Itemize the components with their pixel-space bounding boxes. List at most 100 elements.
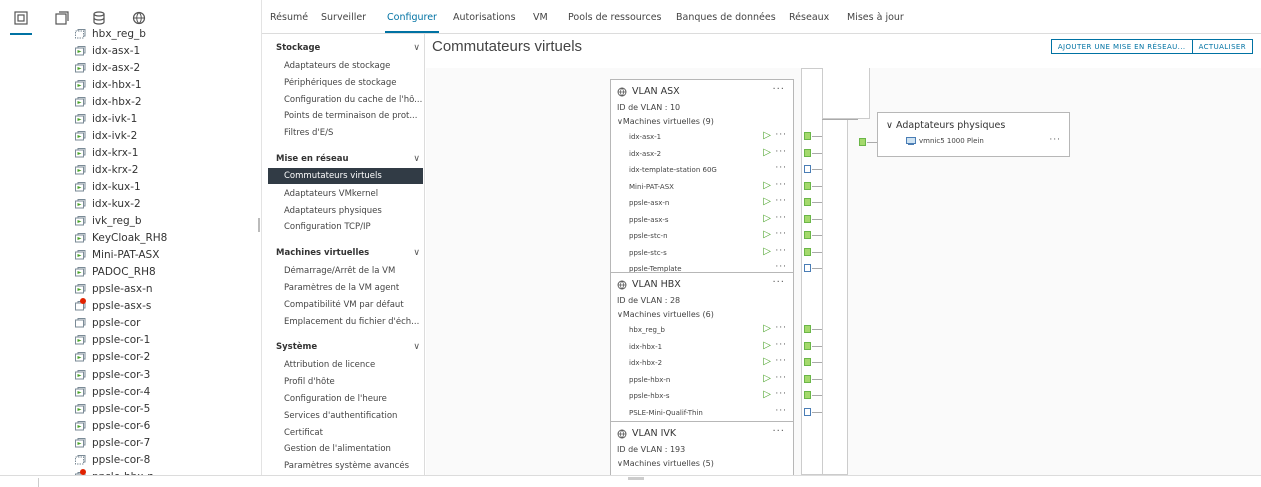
- tree-item[interactable]: ppsle-cor-2: [74, 349, 150, 366]
- vm-row[interactable]: Mini-PAT-ASX ▷ ···: [629, 179, 787, 195]
- vm-more-button[interactable]: ···: [775, 373, 787, 383]
- nav-item[interactable]: Adaptateurs VMkernel: [284, 189, 424, 199]
- vm-row[interactable]: ppsle-asx-n ▷ ···: [629, 195, 787, 211]
- vm-row[interactable]: ppsle-stc-s ▷ ···: [629, 245, 787, 261]
- vm-more-button[interactable]: ···: [775, 147, 787, 157]
- tree-item[interactable]: idx-ivk-2: [74, 127, 137, 144]
- nav-item[interactable]: Filtres d'E/S: [284, 128, 424, 138]
- vm-row[interactable]: ppsle-hbx-n ▷ ···: [629, 372, 787, 388]
- vm-more-button[interactable]: ···: [775, 340, 787, 350]
- vm-list-header[interactable]: ∨Machines virtuelles (6): [617, 310, 714, 319]
- refresh-button[interactable]: ACTUALISER: [1192, 39, 1253, 54]
- tree-item[interactable]: idx-hbx-1: [74, 76, 142, 93]
- tree-item[interactable]: idx-asx-1: [74, 42, 140, 59]
- nav-item[interactable]: Configuration TCP/IP: [284, 222, 424, 232]
- vm-more-button[interactable]: ···: [775, 180, 787, 190]
- nav-section-3[interactable]: Système ∨: [276, 337, 424, 357]
- nav-item[interactable]: Configuration du cache de l'hô...: [284, 95, 424, 105]
- nav-item[interactable]: Démarrage/Arrêt de la VM: [284, 266, 424, 276]
- tree-item[interactable]: KeyCloak_RH8: [74, 230, 167, 247]
- vm-row[interactable]: idx-hbx-2 ▷ ···: [629, 355, 787, 371]
- nav-item[interactable]: Paramètres de la VM agent: [284, 283, 424, 293]
- vm-more-button[interactable]: ···: [775, 323, 787, 333]
- vm-list-header[interactable]: ∨Machines virtuelles (5): [617, 459, 714, 468]
- port-group-header[interactable]: VLAN HBX: [617, 279, 681, 290]
- nav-section-2[interactable]: Machines virtuelles ∨: [276, 243, 424, 263]
- tree-item[interactable]: ppsle-hbx-n: [74, 468, 154, 475]
- nav-item[interactable]: Profil d'hôte: [284, 377, 424, 387]
- tree-item[interactable]: ppsle-cor-7: [74, 434, 150, 451]
- tree-item[interactable]: ppsle-cor-4: [74, 383, 150, 400]
- vm-more-button[interactable]: ···: [775, 213, 787, 223]
- vm-more-button[interactable]: ···: [775, 130, 787, 140]
- vm-row[interactable]: hbx_reg_b ▷ ···: [629, 322, 787, 338]
- tree-item[interactable]: PADOC_RH8: [74, 264, 156, 281]
- vm-more-button[interactable]: ···: [775, 356, 787, 366]
- tree-item[interactable]: idx-hbx-2: [74, 93, 142, 110]
- vm-row[interactable]: ppsle-stc-n ▷ ···: [629, 228, 787, 244]
- vm-more-button[interactable]: ···: [775, 406, 787, 416]
- vm-more-button[interactable]: ···: [775, 389, 787, 399]
- tree-item[interactable]: ppsle-cor-5: [74, 400, 150, 417]
- port-group-header[interactable]: VLAN IVK: [617, 428, 676, 439]
- port-group-header[interactable]: VLAN ASX: [617, 86, 680, 97]
- vm-row[interactable]: ppsle-asx-s ▷ ···: [629, 212, 787, 228]
- nav-section-0[interactable]: Stockage ∨: [276, 38, 424, 58]
- nav-item[interactable]: Configuration de l'heure: [284, 394, 424, 404]
- vm-more-button[interactable]: ···: [775, 229, 787, 239]
- tab-1[interactable]: Surveiller: [321, 12, 366, 23]
- tree-item[interactable]: ppsle-cor-3: [74, 366, 150, 383]
- tree-item[interactable]: idx-kux-1: [74, 178, 141, 195]
- tree-item[interactable]: ppsle-asx-n: [74, 281, 153, 298]
- panel-splitter[interactable]: [258, 218, 260, 232]
- tab-8[interactable]: Mises à jour: [847, 12, 904, 23]
- tab-4[interactable]: VM: [533, 12, 548, 23]
- tree-item[interactable]: ppsle-cor-6: [74, 417, 150, 434]
- vm-row[interactable]: idx-hbx-1 ▷ ···: [629, 339, 787, 355]
- nav-item[interactable]: Points de terminaison de prot...: [284, 111, 424, 121]
- inventory-tab-hosts-clusters[interactable]: [10, 7, 32, 35]
- tab-5[interactable]: Pools de ressources: [568, 12, 662, 23]
- inventory-tab-vms-templates[interactable]: [51, 7, 73, 29]
- nav-item[interactable]: Paramètres système avancés: [284, 461, 424, 471]
- nav-item[interactable]: Services d'authentification: [284, 411, 424, 421]
- nav-item[interactable]: Adaptateurs physiques: [284, 206, 424, 216]
- tree-item[interactable]: ppsle-asx-s: [74, 298, 151, 315]
- vm-row[interactable]: idx-template-station 60G ···: [629, 162, 787, 178]
- port-group-more-button[interactable]: ···: [772, 426, 785, 437]
- vm-more-button[interactable]: ···: [775, 163, 787, 173]
- tree-item[interactable]: ppsle-cor-1: [74, 332, 150, 349]
- tree-item[interactable]: idx-asx-2: [74, 59, 140, 76]
- tab-3[interactable]: Autorisations: [453, 12, 516, 23]
- tree-item[interactable]: ppsle-cor-8: [74, 451, 150, 468]
- vm-row[interactable]: PSLE-Mini-Qualif-Thin ···: [629, 405, 787, 421]
- vm-row[interactable]: idx-asx-1 ▷ ···: [629, 129, 787, 145]
- physical-adapters-header[interactable]: ∨ Adaptateurs physiques: [886, 120, 1005, 131]
- tree-item[interactable]: hbx_reg_b: [74, 25, 146, 42]
- tree-item[interactable]: idx-kux-2: [74, 196, 141, 213]
- port-group-more-button[interactable]: ···: [772, 277, 785, 288]
- nav-item[interactable]: Attribution de licence: [284, 360, 424, 370]
- bottom-panel-handle[interactable]: [628, 477, 644, 480]
- tree-item[interactable]: idx-krx-2: [74, 161, 138, 178]
- tree-item[interactable]: idx-krx-1: [74, 144, 138, 161]
- port-group-more-button[interactable]: ···: [772, 84, 785, 95]
- vm-more-button[interactable]: ···: [775, 196, 787, 206]
- nav-section-1[interactable]: Mise en réseau ∨: [276, 149, 424, 169]
- vm-list-header[interactable]: ∨Machines virtuelles (9): [617, 117, 714, 126]
- physical-adapter-more-button[interactable]: ···: [1049, 135, 1061, 145]
- tree-item[interactable]: Mini-PAT-ASX: [74, 247, 159, 264]
- tab-0[interactable]: Résumé: [270, 12, 308, 23]
- nav-item[interactable]: Compatibilité VM par défaut: [284, 300, 424, 310]
- vm-row[interactable]: ppsle-hbx-s ▷ ···: [629, 388, 787, 404]
- tab-7[interactable]: Réseaux: [789, 12, 829, 23]
- tab-2[interactable]: Configurer: [385, 12, 439, 33]
- nav-item[interactable]: Emplacement du fichier d'éch...: [284, 317, 424, 327]
- tree-item[interactable]: ppsle-cor: [74, 315, 140, 332]
- physical-adapter-row[interactable]: vmnic5 1000 Plein: [906, 137, 984, 145]
- nav-item[interactable]: Gestion de l'alimentation: [284, 444, 424, 454]
- vm-more-button[interactable]: ···: [775, 246, 787, 256]
- nav-item[interactable]: Commutateurs virtuels: [268, 168, 423, 184]
- nav-item[interactable]: Certificat: [284, 428, 424, 438]
- vm-row[interactable]: idx-asx-2 ▷ ···: [629, 146, 787, 162]
